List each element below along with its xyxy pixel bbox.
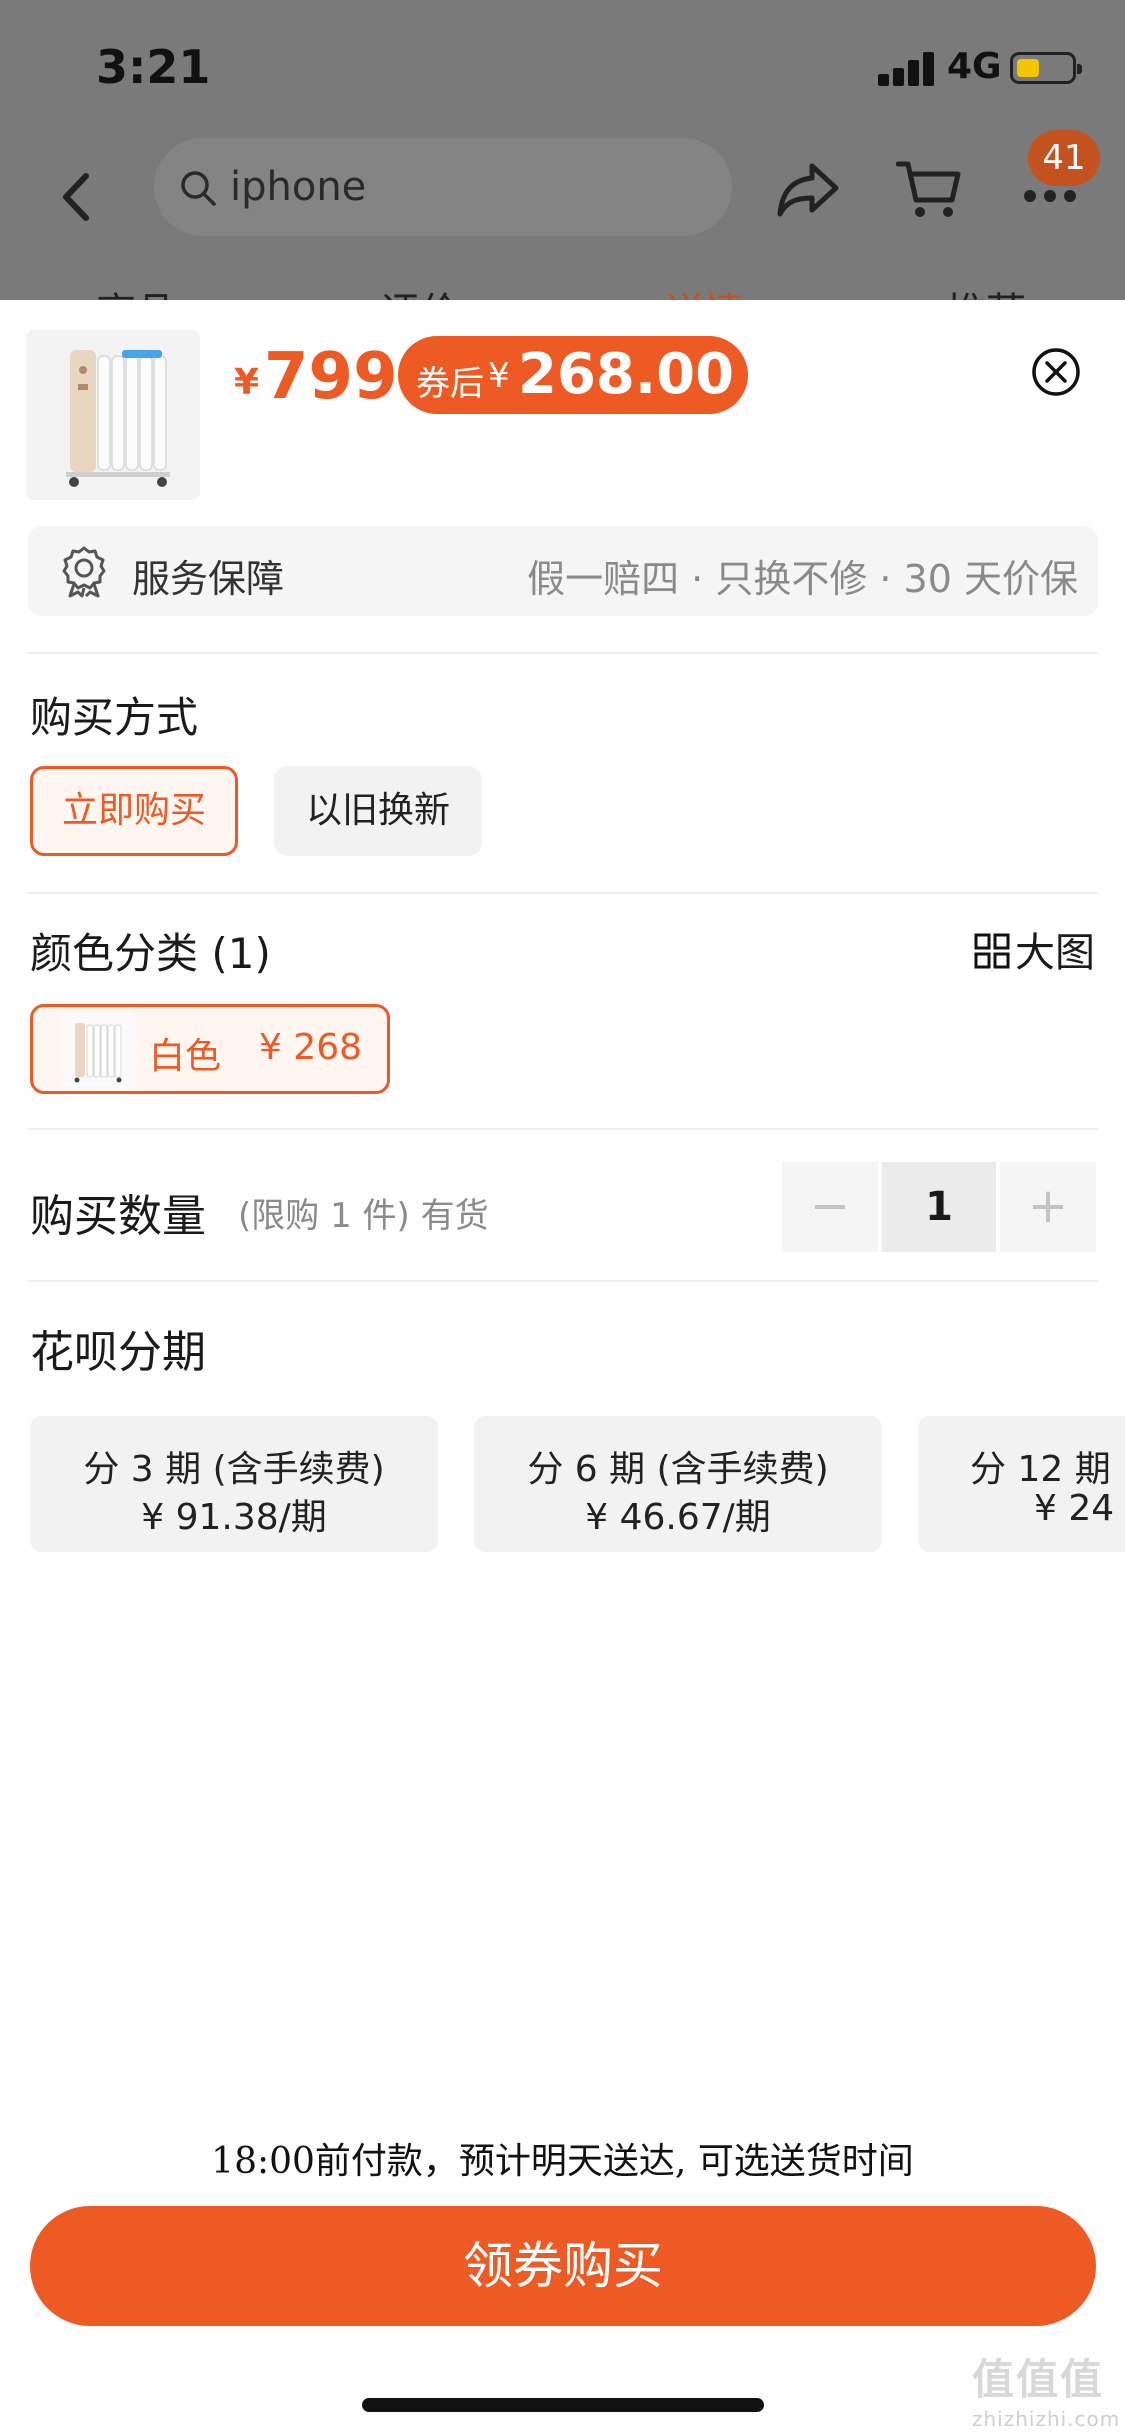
home-indicator bbox=[362, 2398, 764, 2412]
divider bbox=[28, 1128, 1098, 1130]
top-nav: iphone 41 bbox=[0, 130, 1125, 250]
delivery-note: 18:00前付款，预计明天送达, 可选送货时间 bbox=[211, 2141, 914, 2182]
coupon-symbol: ¥ bbox=[488, 356, 510, 396]
big-picture-button[interactable]: 大图 bbox=[973, 920, 1095, 978]
purchase-method-title: 购买方式 bbox=[30, 693, 199, 742]
installment-option-3[interactable]: 分 3 期 (含手续费) ¥ 91.38/期 bbox=[30, 1416, 438, 1552]
quantity-stepper: − 1 + bbox=[782, 1162, 1096, 1252]
divider bbox=[28, 892, 1098, 894]
quantity-note: (限购 1 件) 有货 bbox=[238, 1196, 489, 1236]
signal-icon bbox=[878, 50, 938, 86]
tab-reviews[interactable]: 评价 bbox=[380, 280, 460, 300]
tab-product[interactable]: 商品 bbox=[96, 280, 176, 300]
sku-sheet: ¥ 799 券后 ¥ 268.00 服务保障 假一赔四 · 只换不修 · 30 … bbox=[0, 300, 1125, 2436]
network-label: 4G bbox=[947, 46, 1002, 87]
installment-term: 分 3 期 (含手续费) bbox=[83, 1449, 385, 1490]
option-trade-in[interactable]: 以旧换新 bbox=[274, 766, 482, 856]
color-price: ¥ 268 bbox=[259, 1027, 363, 1068]
battery-icon bbox=[1010, 52, 1082, 84]
option-buy-now[interactable]: 立即购买 bbox=[30, 766, 238, 856]
product-price: 799 bbox=[264, 340, 398, 414]
divider bbox=[28, 652, 1098, 654]
close-icon[interactable] bbox=[1028, 344, 1084, 400]
badge-icon bbox=[62, 546, 106, 598]
background-tabs: 商品 评价 详情 推荐 bbox=[0, 280, 1125, 300]
color-title: 颜色分类 (1) bbox=[30, 929, 271, 978]
decrement-button[interactable]: − bbox=[782, 1162, 878, 1252]
cart-icon[interactable] bbox=[896, 156, 962, 222]
color-name: 白色 bbox=[149, 1036, 222, 1077]
coupon-price-badge: 券后 ¥ 268.00 bbox=[398, 336, 748, 414]
background-page: 3:21 4G iphone 41 商品 评价 详情 推荐 bbox=[0, 0, 1125, 300]
coupon-buy-button[interactable]: 领券购买 bbox=[30, 2206, 1096, 2326]
quantity-title: 购买数量 bbox=[30, 1191, 206, 1242]
tab-details[interactable]: 详情 bbox=[664, 280, 744, 300]
watermark-text: 值值值 bbox=[972, 2355, 1105, 2404]
service-title: 服务保障 bbox=[132, 557, 285, 601]
service-guarantee[interactable]: 服务保障 假一赔四 · 只换不修 · 30 天价保 bbox=[28, 526, 1098, 616]
installment-price: ¥ 91.38/期 bbox=[141, 1497, 327, 1538]
installment-option-12[interactable]: 分 12 期 ¥ 24 bbox=[918, 1416, 1125, 1552]
coupon-label: 券后 bbox=[416, 364, 484, 404]
coupon-price: 268.00 bbox=[518, 342, 735, 407]
back-icon[interactable] bbox=[56, 172, 96, 222]
service-desc: 假一赔四 · 只换不修 · 30 天价保 bbox=[527, 557, 1078, 601]
more-icon[interactable] bbox=[1022, 186, 1078, 206]
installment-option-6[interactable]: 分 6 期 (含手续费) ¥ 46.67/期 bbox=[474, 1416, 882, 1552]
big-picture-label: 大图 bbox=[1015, 930, 1095, 976]
quantity-value[interactable]: 1 bbox=[882, 1162, 996, 1252]
price-symbol: ¥ bbox=[234, 362, 260, 403]
share-icon[interactable] bbox=[776, 160, 840, 218]
watermark-url: zhizhizhi.com bbox=[972, 2407, 1121, 2431]
installment-price: ¥ 46.67/期 bbox=[585, 1497, 771, 1538]
status-time: 3:21 bbox=[96, 40, 211, 94]
cart-badge: 41 bbox=[1028, 130, 1100, 186]
tab-recommend[interactable]: 推荐 bbox=[946, 280, 1026, 300]
status-bar: 3:21 4G bbox=[0, 0, 1125, 140]
search-input[interactable]: iphone bbox=[230, 164, 366, 210]
increment-button[interactable]: + bbox=[1000, 1162, 1096, 1252]
installment-price: ¥ 24 bbox=[1034, 1488, 1115, 1529]
search-icon bbox=[181, 171, 216, 206]
installment-title: 花呗分期 bbox=[30, 1327, 206, 1378]
search-bar[interactable]: iphone bbox=[154, 138, 732, 236]
grid-icon bbox=[974, 933, 1010, 969]
watermark-logo: 值值值 zhizhizhi.com bbox=[972, 2346, 1122, 2432]
installment-term: 分 6 期 (含手续费) bbox=[527, 1449, 829, 1490]
color-thumbnail bbox=[61, 1013, 133, 1087]
product-thumbnail bbox=[26, 330, 200, 500]
divider bbox=[28, 1280, 1098, 1282]
color-option-white[interactable]: 白色 ¥ 268 bbox=[30, 1004, 390, 1094]
installment-term: 分 12 期 bbox=[970, 1449, 1111, 1490]
